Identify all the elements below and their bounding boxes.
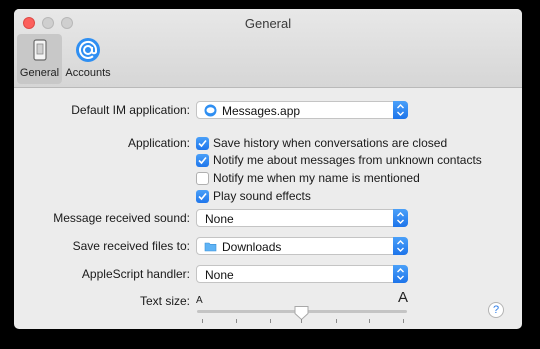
option-label: Play sound effects [213,189,311,203]
window-title: General [244,16,292,31]
at-sign-icon [76,38,100,62]
message-sound-popup[interactable]: None [196,209,408,227]
slider-tick [403,319,404,323]
applescript-popup[interactable]: None [196,265,408,283]
preferences-window: General General Accounts Default IM appl… [14,9,522,329]
popup-stepper [393,101,408,119]
slider-tick [270,319,271,323]
checkbox-unchecked[interactable] [196,172,209,185]
message-sound-label: Message received sound: [53,211,190,225]
popup-stepper [393,265,408,283]
popup-stepper [393,237,408,255]
option-label: Notify me when my name is mentioned [213,171,420,185]
slider-tick [301,319,302,323]
slider-tick [336,319,337,323]
checkbox-checked[interactable] [196,190,209,203]
save-files-popup[interactable]: Downloads [196,237,408,255]
text-size-small-a: A [196,295,203,306]
text-size-label: Text size: [139,294,190,308]
slider-tick [369,319,370,323]
save-files-value: Downloads [222,240,282,254]
default-im-label: Default IM application: [71,103,190,117]
folder-icon [204,242,217,252]
phone-switch-icon [32,39,47,61]
checkbox-checked[interactable] [196,154,209,167]
text-size-large-a: A [398,289,409,306]
toolbar-tab-label: General [19,67,60,79]
save-files-label: Save received files to: [72,239,190,253]
message-sound-value: None [205,212,234,226]
help-button[interactable]: ? [488,302,504,318]
default-im-value: Messages.app [222,104,301,118]
slider-tick [202,319,203,323]
title-bar: General General Accounts [14,9,522,88]
messages-app-icon [204,104,217,117]
toolbar-tab-general[interactable]: General [17,34,62,84]
application-label: Application: [127,136,190,150]
applescript-value: None [205,268,234,282]
popup-stepper [393,209,408,227]
slider-tick [236,319,237,323]
applescript-label: AppleScript handler: [81,267,190,281]
option-label: Notify me about messages from unknown co… [213,153,482,167]
default-im-popup[interactable]: Messages.app [196,101,408,119]
toolbar-tab-label: Accounts [65,67,111,79]
checkbox-checked[interactable] [196,137,209,150]
option-label: Save history when conversations are clos… [213,136,448,150]
toolbar-tab-accounts[interactable]: Accounts [64,34,112,84]
